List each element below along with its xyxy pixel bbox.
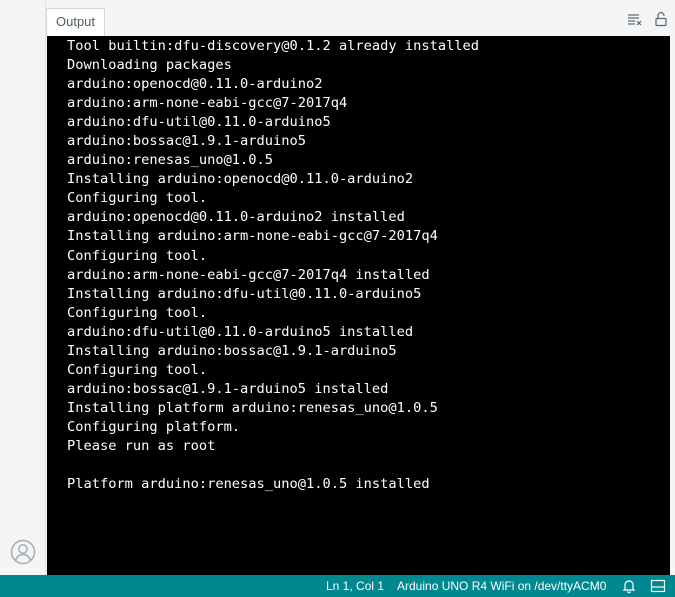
ide-window: Output Tool builtin:dfu-discovery@0.1.2 … [0,0,675,597]
bell-icon[interactable] [621,578,637,594]
panel-header: Output [46,0,675,36]
console-line: arduino:arm-none-eabi-gcc@7-2017q4 insta… [67,266,430,283]
panel-actions [627,11,669,27]
output-panel: Output Tool builtin:dfu-discovery@0.1.2 … [46,0,675,575]
console-line: arduino:dfu-util@0.11.0-arduino5 [67,114,331,131]
console-line: Installing arduino:dfu-util@0.11.0-ardui… [67,285,422,302]
panel-layout-icon[interactable] [650,578,666,594]
console-line: arduino:openocd@0.11.0-arduino2 [67,76,323,93]
console-line: Installing arduino:arm-none-eabi-gcc@7-2… [67,228,438,245]
console-line: Configuring tool. [67,190,208,207]
console-line: arduino:dfu-util@0.11.0-arduino5 install… [67,323,414,340]
board-port-selector[interactable]: Arduino UNO R4 WiFi on /dev/ttyACM0 [397,575,606,597]
console-line: Platform arduino:renesas_uno@1.0.5 insta… [67,476,430,493]
console-line: arduino:arm-none-eabi-gcc@7-2017q4 [67,95,348,112]
console-line: Please run as root [67,437,216,454]
console-line: Tool builtin:dfu-discovery@0.1.2 already… [67,38,480,54]
console-line: Configuring tool. [67,304,208,321]
console-line: Installing arduino:bossac@1.9.1-arduino5 [67,342,397,359]
console-scrollbar[interactable] [670,36,675,575]
tab-output[interactable]: Output [46,8,106,36]
console-line: Configuring tool. [67,361,208,378]
console-line: arduino:bossac@1.9.1-arduino5 [67,133,306,150]
output-console[interactable]: Tool builtin:dfu-discovery@0.1.2 already… [47,36,670,575]
console-line: arduino:renesas_uno@1.0.5 [67,152,274,169]
clear-output-icon[interactable] [627,11,643,27]
console-line: arduino:bossac@1.9.1-arduino5 installed [67,380,389,397]
lock-icon[interactable] [653,11,669,27]
cursor-position[interactable]: Ln 1, Col 1 [326,575,384,597]
activity-bar [0,0,46,575]
console-line: Configuring tool. [67,247,208,264]
console-line: Installing arduino:openocd@0.11.0-arduin… [67,171,414,188]
console-line: Installing platform arduino:renesas_uno@… [67,399,438,416]
account-icon[interactable] [10,539,36,565]
console-line: arduino:openocd@0.11.0-arduino2 installe… [67,209,405,226]
console-line: Configuring platform. [67,418,241,435]
console-line: Downloading packages [67,57,232,74]
status-bar: Ln 1, Col 1 Arduino UNO R4 WiFi on /dev/… [0,575,675,597]
